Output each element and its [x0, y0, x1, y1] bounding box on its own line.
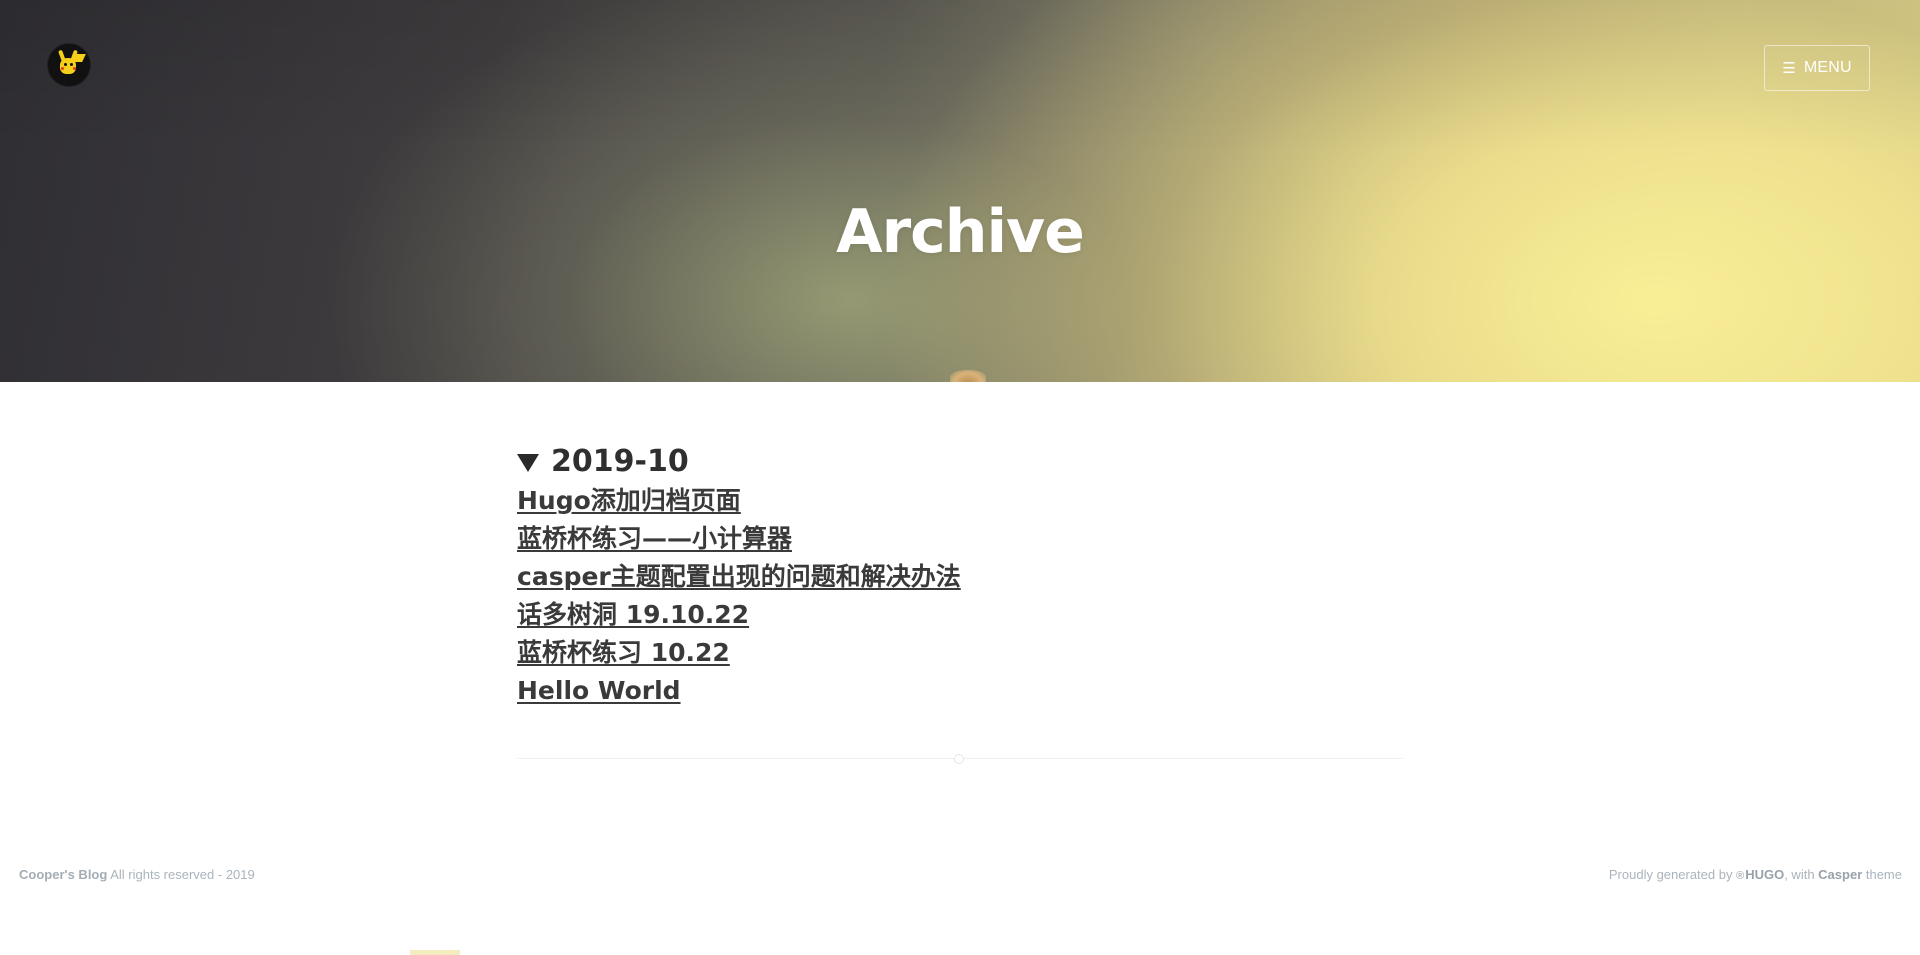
menu-button[interactable]: ☰ MENU: [1764, 45, 1870, 91]
list-item: Hugo添加归档页面: [517, 482, 1407, 520]
header-shade: [0, 0, 1920, 382]
post-link[interactable]: 蓝桥杯练习 10.22: [517, 638, 730, 667]
archive-list: 2019-10 Hugo添加归档页面 蓝桥杯练习——小计算器 casper主题配…: [517, 442, 1407, 710]
expand-triangle-icon: [517, 454, 539, 472]
post-link[interactable]: Hello World: [517, 676, 681, 705]
menu-label: MENU: [1803, 59, 1852, 76]
post-link[interactable]: 话多树洞 19.10.22: [517, 600, 749, 629]
cover-image-detail: [950, 370, 986, 382]
hugo-link[interactable]: HUGO: [1745, 867, 1784, 882]
list-item: casper主题配置出现的问题和解决办法: [517, 558, 1407, 596]
post-link[interactable]: 蓝桥杯练习——小计算器: [517, 524, 792, 553]
logo-eye-right: [70, 63, 73, 66]
list-item: 蓝桥杯练习——小计算器: [517, 520, 1407, 558]
logo-body: [60, 58, 76, 74]
footer-with-text: , with: [1784, 867, 1819, 882]
footer-theme-suffix: theme: [1862, 867, 1902, 882]
list-item: 话多树洞 19.10.22: [517, 596, 1407, 634]
archive-month-label: 2019-10: [551, 444, 689, 479]
page: ☰ MENU Archive 2019-10 Hugo添加归档页面 蓝桥杯练习—…: [0, 0, 1920, 955]
site-header: ☰ MENU Archive: [0, 0, 1920, 382]
casper-theme-link[interactable]: Casper: [1818, 867, 1862, 882]
hugo-logo-icon: ®: [1736, 870, 1745, 882]
archive-month-toggle[interactable]: 2019-10: [517, 442, 1407, 482]
post-link[interactable]: Hugo添加归档页面: [517, 486, 741, 515]
footer-credits: Proudly generated by ®HUGO, with Casper …: [1609, 867, 1902, 882]
logo-eye-left: [64, 63, 67, 66]
list-item: 蓝桥杯练习 10.22: [517, 634, 1407, 672]
page-title: Archive: [836, 197, 1085, 268]
footer-rights-text: All rights reserved - 2019: [107, 867, 255, 882]
footer-generated-text: Proudly generated by: [1608, 867, 1737, 882]
hamburger-icon: ☰: [1782, 59, 1796, 77]
divider-dot: [954, 754, 964, 764]
logo-cheek-right: [73, 67, 76, 70]
footer-site-link[interactable]: Cooper's Blog: [19, 867, 107, 882]
footer-copyright: Cooper's Blog All rights reserved - 2019: [19, 867, 255, 882]
pikachu-logo-icon[interactable]: [48, 44, 90, 86]
logo-cheek-left: [61, 67, 64, 70]
post-link[interactable]: casper主题配置出现的问题和解决办法: [517, 562, 961, 591]
post-list: Hugo添加归档页面 蓝桥杯练习——小计算器 casper主题配置出现的问题和解…: [517, 482, 1407, 710]
bottom-scroll-peek: [410, 950, 460, 955]
list-item: Hello World: [517, 672, 1407, 710]
